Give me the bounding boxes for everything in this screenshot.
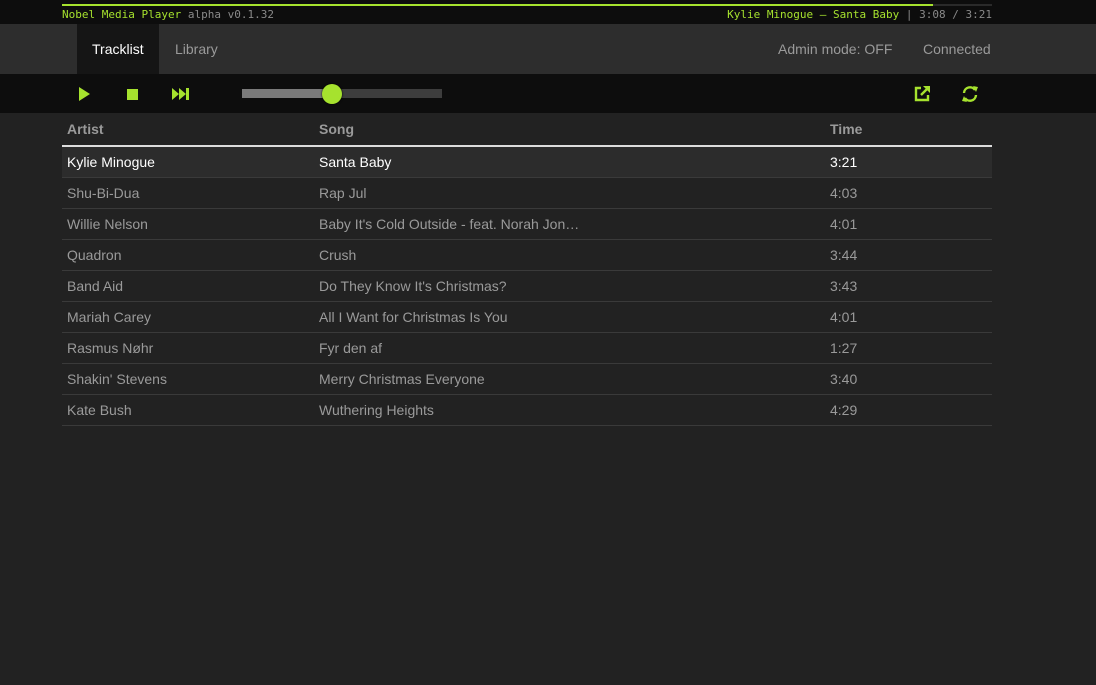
table-row[interactable]: Shu-Bi-Dua Rap Jul 4:03 [62,177,992,209]
song-cell: Merry Christmas Everyone [314,363,825,395]
song-progress-bar [62,4,933,6]
table-row[interactable]: Willie Nelson Baby It's Cold Outside - f… [62,208,992,240]
time-cell: 1:27 [825,332,992,364]
table-row[interactable]: Shakin' Stevens Merry Christmas Everyone… [62,363,992,395]
song-cell: Crush [314,239,825,271]
artist-cell: Shakin' Stevens [62,363,314,395]
column-header-time[interactable]: Time [825,113,992,147]
table-row[interactable]: Rasmus Nøhr Fyr den af 1:27 [62,332,992,364]
song-cell: Rap Jul [314,177,825,209]
song-cell: Wuthering Heights [314,394,825,426]
connection-status: Connected [923,41,991,57]
table-row[interactable]: Kate Bush Wuthering Heights 4:29 [62,394,992,426]
table-row[interactable]: Kylie Minogue Santa Baby 3:21 [62,146,992,178]
refresh-button[interactable] [960,84,980,104]
time-cell: 4:01 [825,301,992,333]
navbar: Tracklist Library Admin mode: OFF Connec… [0,24,1096,74]
app-version: alpha v0.1.32 [187,8,274,21]
artist-cell: Quadron [62,239,314,271]
status-bar: Nobel Media Player alpha v0.1.32 Kylie M… [0,0,1096,24]
time-cell: 4:03 [825,177,992,209]
stop-button[interactable] [123,84,143,104]
time-cell: 3:21 [825,146,992,178]
playback-time: 3:08 / 3:21 [919,8,992,21]
song-cell: Baby It's Cold Outside - feat. Norah Jon… [314,208,825,240]
next-button[interactable] [171,84,191,104]
artist-cell: Willie Nelson [62,208,314,240]
song-cell: All I Want for Christmas Is You [314,301,825,333]
time-cell: 3:43 [825,270,992,302]
skip-forward-icon [172,88,189,100]
share-button[interactable] [912,84,932,104]
tracklist: Artist Song Time Kylie Minogue Santa Bab… [62,113,992,426]
time-cell: 3:44 [825,239,992,271]
artist-cell: Band Aid [62,270,314,302]
song-cell: Do They Know It's Christmas? [314,270,825,302]
time-cell: 4:29 [825,394,992,426]
volume-slider[interactable] [242,84,442,104]
stop-icon [127,89,138,100]
table-row[interactable]: Mariah Carey All I Want for Christmas Is… [62,301,992,333]
volume-level [242,89,332,98]
play-icon [79,87,90,101]
play-button[interactable] [74,84,94,104]
artist-cell: Kate Bush [62,394,314,426]
tracklist-table: Artist Song Time Kylie Minogue Santa Bab… [62,113,992,426]
now-playing-separator: | [905,8,913,21]
time-cell: 3:40 [825,363,992,395]
column-header-artist[interactable]: Artist [62,113,314,147]
artist-cell: Shu-Bi-Dua [62,177,314,209]
refresh-icon [962,86,978,102]
app-title: Nobel Media Player alpha v0.1.32 [62,8,274,21]
artist-cell: Kylie Minogue [62,146,314,178]
table-row[interactable]: Quadron Crush 3:44 [62,239,992,271]
song-cell: Santa Baby [314,146,825,178]
column-header-song[interactable]: Song [314,113,825,147]
tab-tracklist[interactable]: Tracklist [77,24,159,74]
artist-cell: Rasmus Nøhr [62,332,314,364]
artist-cell: Mariah Carey [62,301,314,333]
tab-library[interactable]: Library [160,24,233,74]
table-row[interactable]: Band Aid Do They Know It's Christmas? 3:… [62,270,992,302]
tracklist-header: Artist Song Time [62,113,992,147]
app-name: Nobel Media Player [62,8,182,21]
admin-mode-toggle[interactable]: Admin mode: OFF [778,24,892,74]
external-link-icon [914,86,930,102]
song-cell: Fyr den af [314,332,825,364]
volume-handle[interactable] [322,84,342,104]
now-playing: Kylie Minogue – Santa Baby | 3:08 / 3:21 [727,8,992,21]
player-controls [0,74,1096,113]
time-cell: 4:01 [825,208,992,240]
now-playing-track: Kylie Minogue – Santa Baby [727,8,900,21]
